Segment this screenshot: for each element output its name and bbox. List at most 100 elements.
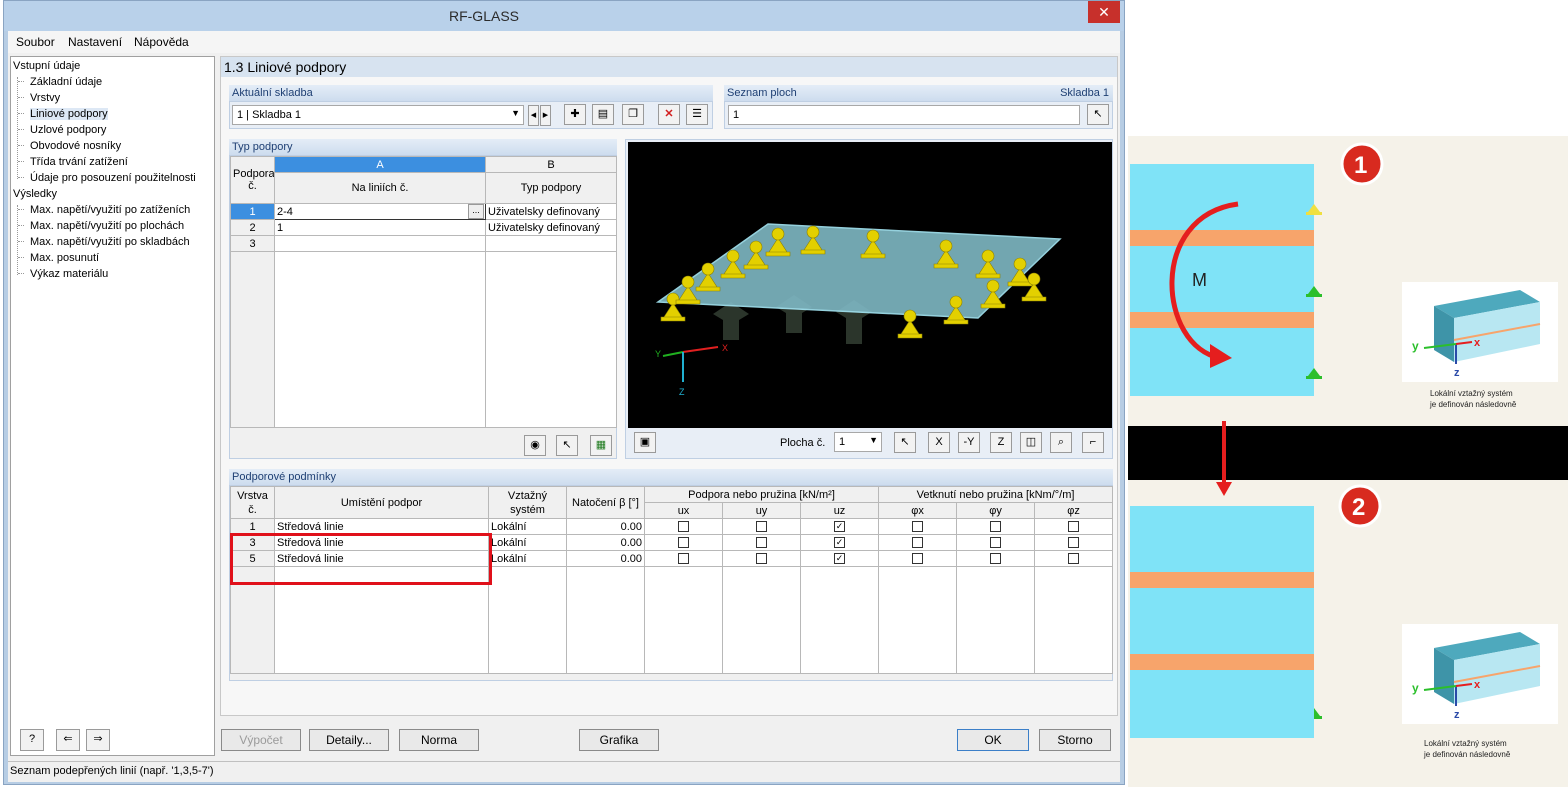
checkbox-uz[interactable]: ✓ <box>834 521 845 533</box>
list-edit-icon[interactable]: ☰ <box>686 104 708 125</box>
cell-uy <box>722 550 801 567</box>
tree-item-edge-beams[interactable]: Obvodové nosníky <box>30 140 121 152</box>
tree-item-displacement[interactable]: Max. posunutí <box>30 252 99 264</box>
details-button[interactable]: Detaily... <box>309 729 389 751</box>
checkbox-ux[interactable] <box>678 537 689 549</box>
view-neg-y-icon[interactable]: -Y <box>958 432 980 453</box>
checkbox-phiy[interactable] <box>990 521 1002 533</box>
copy-icon[interactable]: ❐ <box>622 104 644 125</box>
checkbox-phiy[interactable] <box>990 553 1002 565</box>
view-x-icon[interactable]: X <box>928 432 950 453</box>
checkbox-phiy[interactable] <box>990 537 1002 549</box>
calculate-button[interactable]: Výpočet <box>221 729 301 751</box>
menu-file[interactable]: Soubor <box>16 35 55 49</box>
layer-diagram: M 1 y x z Lokální vztažný systém je defi… <box>1128 142 1568 759</box>
header-phix: φx <box>878 502 958 519</box>
norm-button[interactable]: Norma <box>399 729 479 751</box>
tree-item-result-loads[interactable]: Max. napětí/využití po zatíženích <box>30 204 190 216</box>
pick-cursor-icon[interactable]: ↖ <box>1087 104 1109 125</box>
checkbox-phix[interactable] <box>912 537 924 549</box>
checkbox-uy[interactable] <box>756 553 767 565</box>
tree-item-basic[interactable]: Základní údaje <box>30 76 102 88</box>
checkbox-phiz[interactable] <box>1068 521 1080 533</box>
cell-phiz <box>1034 550 1114 567</box>
composition-select[interactable]: 1 | Skladba 1 ▼ <box>232 105 524 125</box>
svg-text:Y: Y <box>655 349 661 359</box>
view-settings-icon[interactable]: ▣ <box>634 432 656 453</box>
ellipsis-button[interactable]: ... <box>468 204 484 219</box>
checkbox-phiz[interactable] <box>1068 553 1080 565</box>
cancel-button[interactable]: Storno <box>1039 729 1111 751</box>
checkbox-phix[interactable] <box>912 521 924 533</box>
new-composition-icon[interactable]: ✚ <box>564 104 586 125</box>
isometric-view-icon[interactable]: ◫ <box>1020 432 1042 453</box>
import-icon[interactable]: ⇐ <box>56 729 80 751</box>
graphics-viewport[interactable]: X Y Z <box>628 142 1112 428</box>
tree-group-results[interactable]: Výsledky <box>13 188 57 200</box>
view-z-icon[interactable]: Z <box>990 432 1012 453</box>
checkbox-phix[interactable] <box>912 553 924 565</box>
cell-ux <box>644 550 723 567</box>
checkbox-uz[interactable]: ✓ <box>834 553 845 565</box>
system-cell[interactable]: Lokální <box>488 518 567 535</box>
prev-arrow-button[interactable]: ◀ <box>528 105 539 126</box>
chevron-down-icon: ▼ <box>869 435 878 445</box>
checkbox-ux[interactable] <box>678 553 689 565</box>
header-system: Vztažný systém <box>488 486 567 519</box>
library-icon[interactable]: ▤ <box>592 104 614 125</box>
navigator-tree: Vstupní údaje Základní údaje Vrstvy Lini… <box>10 56 215 756</box>
tree-item-load-duration[interactable]: Třída trvání zatížení <box>30 156 128 168</box>
col-a-header[interactable]: A <box>274 156 486 173</box>
help-icon[interactable]: ? <box>20 729 44 751</box>
plocha-label: Plocha č. <box>780 437 826 449</box>
checkbox-uz[interactable]: ✓ <box>834 537 845 549</box>
excel-export-icon[interactable]: ▦ <box>590 435 612 456</box>
svg-text:Lokální vztažný systém: Lokální vztažný systém <box>1430 389 1513 398</box>
cell-phiz <box>1034 518 1114 535</box>
menu-settings[interactable]: Nastavení <box>68 35 122 49</box>
header-type: Typ podpory <box>485 172 617 204</box>
system-cell[interactable]: Lokální <box>488 550 567 567</box>
axis-toggle-icon[interactable]: ⌐ <box>1082 432 1104 453</box>
pick-lines-icon[interactable]: ↖ <box>556 435 578 456</box>
tree-item-material-list[interactable]: Výkaz materiálu <box>30 268 108 280</box>
rotation-cell[interactable]: 0.00 <box>566 550 645 567</box>
cell-phiy <box>956 518 1036 535</box>
header-lines: Na liniích č. <box>274 172 486 204</box>
ok-button[interactable]: OK <box>957 729 1029 751</box>
tree-item-nodal-supports[interactable]: Uzlové podpory <box>30 124 106 136</box>
checkbox-uy[interactable] <box>756 537 767 549</box>
next-arrow-button[interactable]: ▶ <box>540 105 551 126</box>
zoom-reset-icon[interactable]: ⌕ <box>1050 432 1072 453</box>
cell-phix <box>878 534 958 551</box>
tree-item-result-compositions[interactable]: Max. napětí/využití po skladbách <box>30 236 190 248</box>
tree-item-line-supports[interactable]: Liniové podpory <box>30 108 108 120</box>
export-icon[interactable]: ⇒ <box>86 729 110 751</box>
col-b-header[interactable]: B <box>485 156 617 173</box>
system-cell[interactable]: Lokální <box>488 534 567 551</box>
explanation-illustration: M 1 y x z Lokální vztažný systém je defi… <box>1128 136 1568 787</box>
support-type-header: Typ podpory <box>229 139 617 155</box>
eye-icon[interactable]: ◉ <box>524 435 546 456</box>
rotation-cell[interactable]: 0.00 <box>566 518 645 535</box>
plocha-select[interactable]: 1 ▼ <box>834 432 882 452</box>
graphics-button[interactable]: Grafika <box>579 729 659 751</box>
tree-group-input[interactable]: Vstupní údaje <box>13 60 80 72</box>
svg-text:y: y <box>1412 681 1419 695</box>
surface-list-input[interactable]: 1 <box>728 105 1080 125</box>
close-button[interactable]: ✕ <box>1088 1 1120 23</box>
table-row: 2 1 Uživatelsky definovaný <box>230 219 617 236</box>
rotation-cell[interactable]: 0.00 <box>566 534 645 551</box>
tree-item-result-surfaces[interactable]: Max. napětí/využití po plochách <box>30 220 184 232</box>
checkbox-uy[interactable] <box>756 521 767 533</box>
tree-item-serviceability[interactable]: Údaje pro posouzení použitelnosti <box>30 172 196 184</box>
tree-item-layers[interactable]: Vrstvy <box>30 92 60 104</box>
menu-help[interactable]: Nápověda <box>134 35 189 49</box>
checkbox-phiz[interactable] <box>1068 537 1080 549</box>
pick-surface-icon[interactable]: ↖ <box>894 432 916 453</box>
checkbox-ux[interactable] <box>678 521 689 533</box>
svg-text:je definován následovně: je definován následovně <box>1423 750 1511 759</box>
svg-text:1: 1 <box>1354 152 1367 179</box>
delete-icon[interactable]: ✕ <box>658 104 680 125</box>
viewport-panel: X Y Z ▣ Plocha č. 1 ▼ ↖ X -Y Z ◫ ⌕ ⌐ <box>625 139 1113 459</box>
